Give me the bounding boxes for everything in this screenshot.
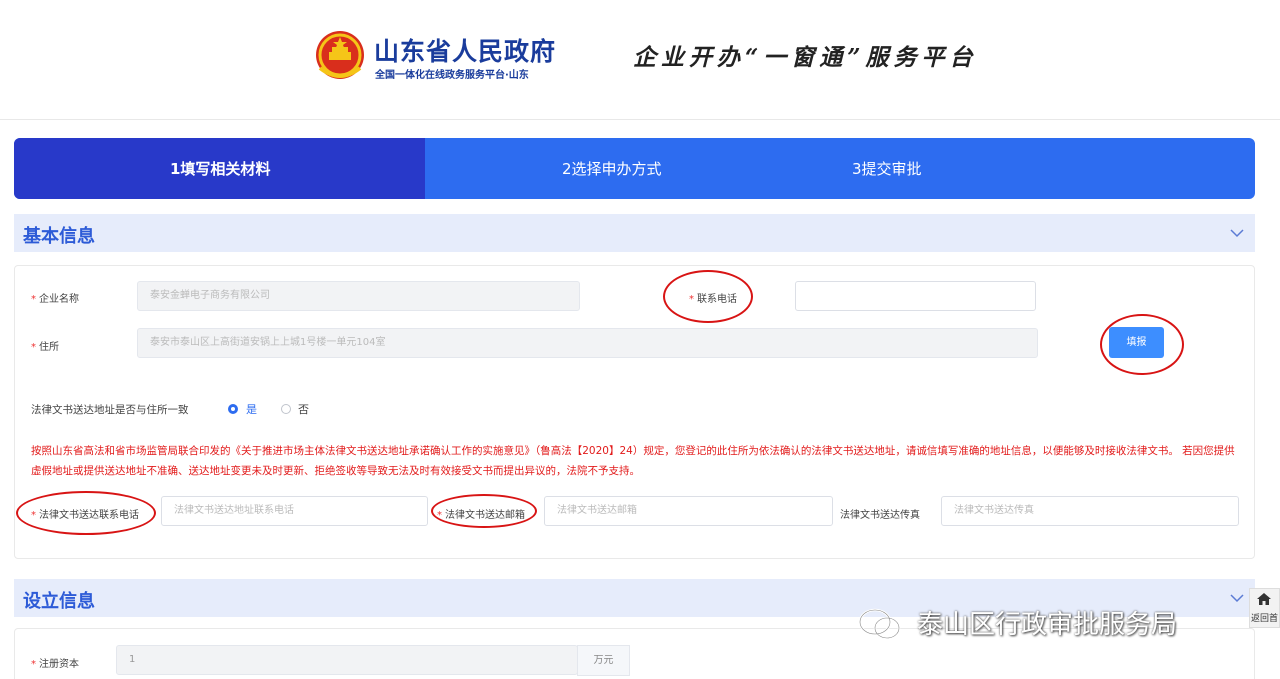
- chevron-down-icon[interactable]: [1229, 225, 1245, 241]
- capital-unit: 万元: [577, 645, 630, 676]
- legal-fax-label: 法律文书送达传真: [840, 510, 920, 521]
- radio-yes[interactable]: [228, 404, 238, 414]
- contact-phone-field[interactable]: [795, 281, 1036, 311]
- registered-capital-field[interactable]: 1: [116, 645, 578, 675]
- site-header: 山东省人民政府 全国一体化在线政务服务平台·山东 企业开办“一窗通”服务平台: [0, 0, 1280, 120]
- step-indicator: 1填写相关材料 2选择申办方式 3提交审批: [14, 138, 1255, 199]
- legal-notice: 按照山东省高法和省市场监管局联合印发的《关于推进市场主体法律文书送达地址承诺确认…: [31, 445, 1235, 477]
- annotation-circle: [1100, 314, 1184, 375]
- step-2[interactable]: 2选择申办方式: [562, 158, 662, 179]
- platform-title: 企业开办“一窗通”服务平台: [633, 44, 978, 71]
- radio-yes-label[interactable]: 是: [246, 401, 257, 417]
- chevron-down-icon[interactable]: [1229, 590, 1245, 606]
- address-field[interactable]: 泰安市泰山区上高街道安锅上上城1号楼一单元104室: [137, 328, 1038, 358]
- company-name-label: * 企业名称: [31, 294, 79, 305]
- registered-capital-label: * 注册资本: [31, 659, 79, 670]
- watermark-text: 泰山区行政审批服务局: [917, 610, 1178, 640]
- gov-title: 山东省人民政府: [374, 37, 557, 66]
- step-1[interactable]: 1填写相关材料: [170, 158, 270, 179]
- home-icon: [1257, 593, 1271, 605]
- back-home-label[interactable]: 返回首: [1251, 611, 1278, 624]
- legal-phone-field[interactable]: 法律文书送达地址联系电话: [161, 496, 428, 526]
- company-name-field[interactable]: 泰安金蝉电子商务有限公司: [137, 281, 580, 311]
- step-3[interactable]: 3提交审批: [852, 158, 922, 179]
- wechat-icon: [858, 608, 901, 640]
- section-basic-info-header[interactable]: 基本信息: [14, 214, 1255, 252]
- annotation-circle: [663, 270, 753, 323]
- section-title: 设立信息: [23, 591, 95, 612]
- radio-no-label[interactable]: 否: [298, 401, 309, 417]
- radio-no[interactable]: [281, 404, 291, 414]
- legal-email-field[interactable]: 法律文书送达邮箱: [544, 496, 833, 526]
- same-address-label: 法律文书送达地址是否与住所一致: [31, 404, 189, 416]
- legal-fax-field[interactable]: 法律文书送达传真: [941, 496, 1239, 526]
- gov-subtitle: 全国一体化在线政务服务平台·山东: [375, 70, 529, 81]
- national-emblem-icon: [316, 31, 364, 79]
- address-label: * 住所: [31, 342, 59, 353]
- annotation-circle: [16, 491, 156, 535]
- annotation-circle: [431, 494, 537, 528]
- section-title: 基本信息: [23, 226, 95, 247]
